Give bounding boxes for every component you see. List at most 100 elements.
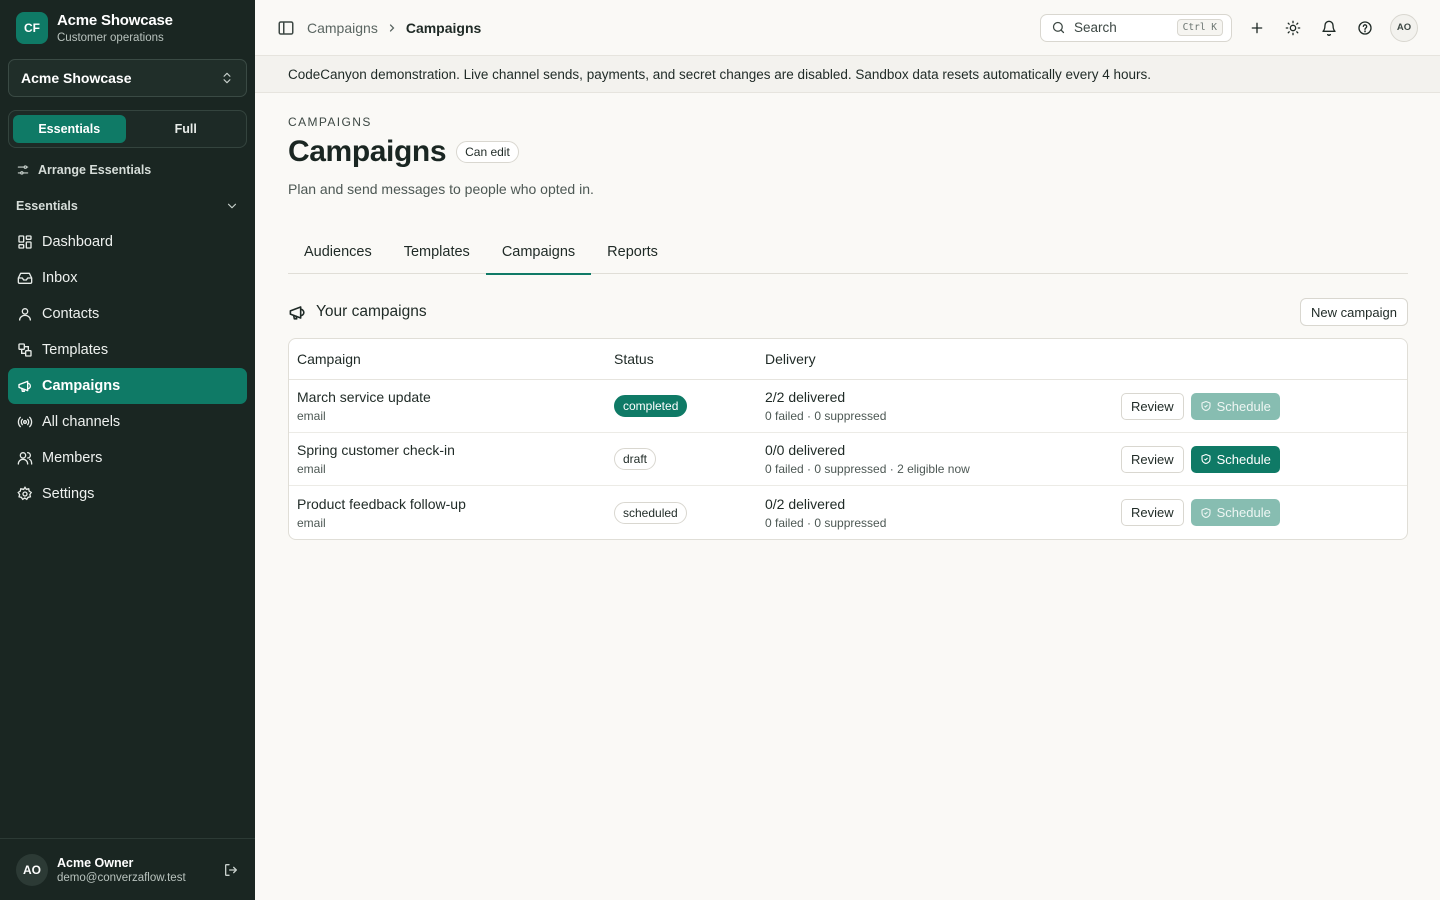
shield-check-icon — [1201, 453, 1211, 465]
sidebar-section-label: Essentials — [16, 199, 78, 213]
user-footer: AO Acme Owner demo@converzaflow.test — [0, 838, 255, 900]
mode-toggle: Essentials Full — [8, 110, 247, 148]
permission-badge: Can edit — [456, 141, 519, 163]
mode-full-button[interactable]: Full — [130, 115, 243, 143]
status-badge: completed — [614, 395, 688, 417]
schedule-button[interactable]: Schedule — [1190, 445, 1280, 473]
campaigns-section-header: Your campaigns New campaign — [288, 298, 1408, 326]
logout-icon[interactable] — [223, 862, 239, 878]
delivery-detail: 0 failed · 0 suppressed — [765, 409, 887, 423]
sidebar-item-contacts[interactable]: Contacts — [8, 296, 247, 332]
sidebar-nav: Dashboard Inbox Contacts Templates Campa… — [8, 224, 247, 512]
search-icon — [1052, 21, 1065, 34]
sidebar-item-label: Contacts — [42, 306, 100, 322]
campaign-channel: email — [297, 462, 326, 476]
sidebar-section-essentials[interactable]: Essentials — [16, 199, 239, 213]
new-campaign-button[interactable]: New campaign — [1300, 298, 1408, 326]
main-content: CAMPAIGNS Campaigns Can edit Plan and se… — [288, 93, 1408, 540]
campaign-name: Spring customer check-in — [297, 442, 455, 458]
sidebar-item-label: Members — [42, 450, 103, 466]
sidebar-item-label: All channels — [42, 414, 121, 430]
plus-icon — [1251, 22, 1263, 33]
delivery-summary: 0/0 delivered — [765, 442, 846, 458]
schedule-label: Schedule — [1216, 451, 1271, 467]
sidebar-item-campaigns[interactable]: Campaigns — [8, 368, 247, 404]
review-button[interactable]: Review — [1121, 392, 1184, 420]
tab-templates[interactable]: Templates — [388, 229, 486, 274]
breadcrumb-current: Campaigns — [405, 19, 482, 36]
page-subtitle: Plan and send messages to people who opt… — [288, 181, 594, 197]
table-header: Campaign Status Delivery — [289, 339, 1407, 380]
schedule-button: Schedule — [1190, 392, 1280, 420]
tab-campaigns[interactable]: Campaigns — [485, 229, 592, 275]
sidebar: CF Acme Showcase Customer operations Acm… — [0, 0, 255, 900]
inbox-icon — [17, 272, 33, 284]
sidebar-item-templates[interactable]: Templates — [8, 332, 247, 368]
schedule-button: Schedule — [1190, 499, 1280, 526]
sidebar-item-members[interactable]: Members — [8, 440, 247, 476]
top-bar: Campaigns Campaigns Search Ctrl K AO — [255, 0, 1440, 56]
create-button[interactable] — [1246, 17, 1268, 39]
broadcast-icon — [17, 416, 33, 428]
search-input[interactable]: Search Ctrl K — [1040, 13, 1232, 42]
delivery-detail: 0 failed · 0 suppressed — [765, 515, 887, 530]
chevron-right-icon — [389, 23, 395, 32]
review-button[interactable]: Review — [1121, 499, 1184, 526]
user-name: Acme Owner — [57, 855, 134, 870]
review-button[interactable]: Review — [1121, 445, 1184, 473]
brand-logo: CF — [16, 12, 48, 44]
search-shortcut: Ctrl K — [1176, 19, 1223, 36]
sidebar-item-label: Templates — [42, 342, 109, 358]
sun-icon — [1285, 20, 1301, 35]
breadcrumb: Campaigns Campaigns — [307, 20, 481, 36]
section-title: Your campaigns — [288, 303, 427, 322]
arrange-essentials-button[interactable]: Arrange Essentials — [16, 163, 151, 177]
template-icon — [18, 343, 32, 357]
brand-title: Acme Showcase — [57, 12, 173, 29]
bell-icon — [1322, 20, 1336, 36]
brand-subtitle: Customer operations — [57, 32, 164, 44]
column-header-campaign: Campaign — [297, 351, 361, 367]
sidebar-item-settings[interactable]: Settings — [8, 476, 247, 512]
sidebar-item-inbox[interactable]: Inbox — [8, 260, 247, 296]
table-row: March service update email completed 2/2… — [289, 380, 1407, 433]
sidebar-item-label: Campaigns — [42, 378, 121, 394]
user-icon — [19, 308, 31, 321]
avatar[interactable]: AO — [1390, 13, 1418, 42]
help-button[interactable] — [1354, 17, 1376, 39]
page-title: Campaigns — [288, 135, 447, 168]
schedule-label: Schedule — [1216, 398, 1271, 414]
sidebar-toggle-icon[interactable] — [277, 19, 295, 37]
tab-bar: Audiences Templates Campaigns Reports — [288, 229, 1408, 275]
campaign-name: Product feedback follow-up — [297, 495, 466, 512]
breadcrumb-item[interactable]: Campaigns — [307, 20, 378, 36]
sidebar-item-all-channels[interactable]: All channels — [8, 404, 247, 440]
workspace-selector[interactable]: Acme Showcase — [8, 59, 247, 97]
users-icon — [17, 452, 33, 465]
chevron-up-down-icon — [223, 72, 231, 84]
mode-essentials-button[interactable]: Essentials — [13, 115, 126, 143]
shield-check-icon — [1201, 507, 1211, 518]
grid-icon — [18, 235, 32, 249]
tab-reports[interactable]: Reports — [591, 229, 674, 274]
tab-audiences[interactable]: Audiences — [288, 229, 388, 274]
notifications-button[interactable] — [1318, 17, 1340, 39]
page-eyebrow: CAMPAIGNS — [288, 115, 372, 129]
page-title-row: Campaigns Can edit — [288, 135, 1408, 169]
user-email: demo@converzaflow.test — [57, 871, 186, 884]
sidebar-item-dashboard[interactable]: Dashboard — [8, 224, 247, 260]
avatar[interactable]: AO — [16, 853, 48, 886]
search-placeholder: Search — [1074, 20, 1117, 35]
demo-banner: CodeCanyon demonstration. Live channel s… — [255, 56, 1440, 93]
help-icon — [1358, 20, 1372, 35]
delivery-summary: 0/2 delivered — [765, 495, 846, 512]
column-header-delivery: Delivery — [765, 351, 816, 367]
sidebar-item-label: Dashboard — [42, 234, 113, 250]
theme-toggle-button[interactable] — [1282, 17, 1304, 39]
campaigns-table: Campaign Status Delivery March service u… — [288, 338, 1408, 540]
status-badge: draft — [614, 448, 657, 470]
table-row: Spring customer check-in email draft 0/0… — [289, 433, 1407, 486]
table-row: Product feedback follow-up email schedul… — [289, 486, 1407, 539]
arrange-essentials-label: Arrange Essentials — [38, 163, 152, 177]
section-title-label: Your campaigns — [316, 303, 427, 320]
